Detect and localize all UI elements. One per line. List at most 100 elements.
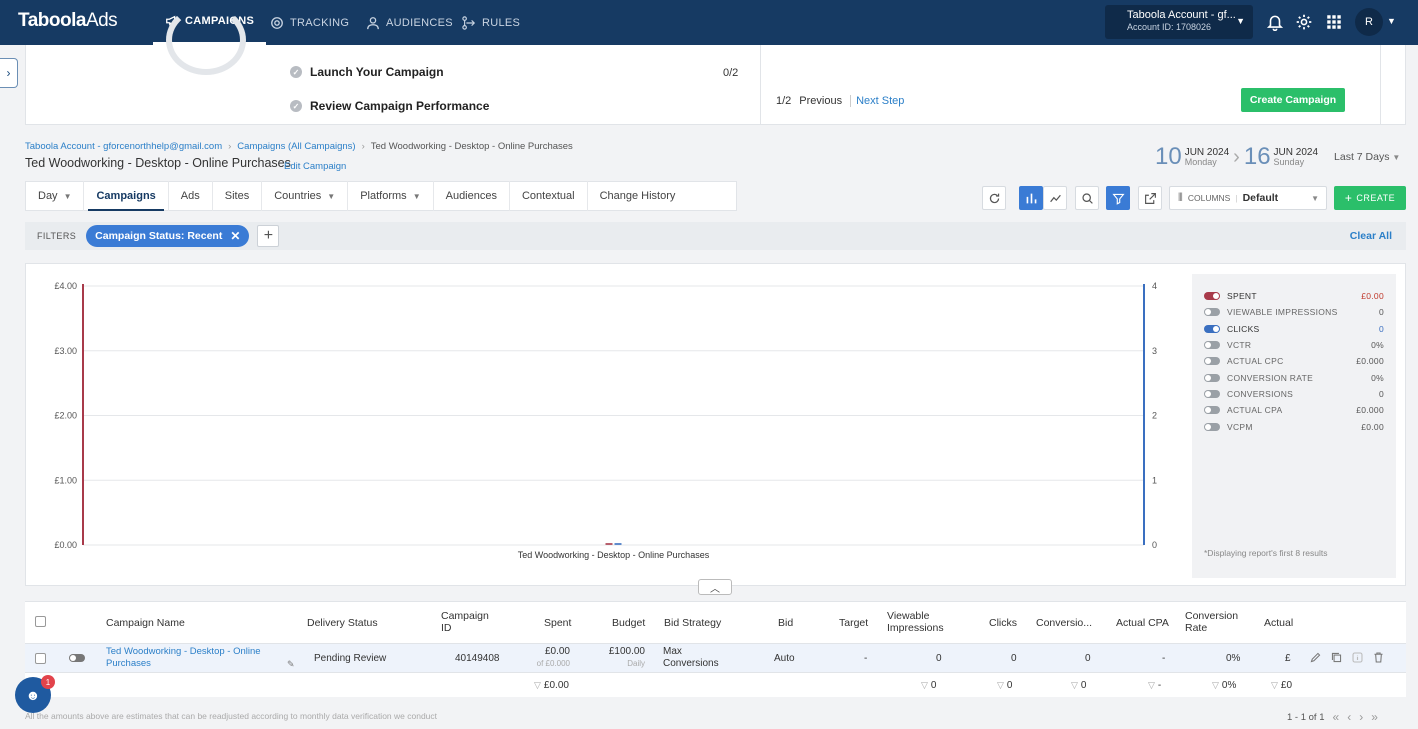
nav-audiences[interactable]: AUDIENCES — [366, 0, 453, 45]
export-button[interactable] — [1138, 186, 1162, 210]
header-clicks[interactable]: Clicks — [989, 617, 1017, 629]
create-button[interactable]: + CREATE — [1334, 186, 1406, 210]
nav-tracking[interactable]: TRACKING — [270, 0, 349, 45]
columns-select[interactable]: ⦀ COLUMNS | Default ▼ — [1169, 186, 1327, 210]
legend-item-vctr[interactable]: VCTR 0% — [1204, 337, 1384, 353]
date-preset[interactable]: Last 7 Days ▼ — [1334, 151, 1400, 163]
chat-assistant-button[interactable]: ☻ 1 — [15, 675, 55, 713]
header-campaign-id[interactable]: Campaign ID — [441, 610, 493, 634]
close-icon[interactable]: ✕ — [230, 229, 240, 243]
chevron-down-icon[interactable]: ▼ — [1387, 16, 1396, 26]
header-target[interactable]: Target — [839, 617, 868, 629]
last-page-icon[interactable]: » — [1371, 710, 1378, 724]
user-avatar[interactable]: R — [1355, 8, 1383, 36]
header-actual[interactable]: Actual — [1264, 617, 1293, 629]
info-icon[interactable] — [1351, 651, 1364, 664]
legend-toggle[interactable] — [1204, 422, 1220, 431]
header-campaign-name[interactable]: Campaign Name — [106, 617, 185, 629]
clear-all-link[interactable]: Clear All — [1350, 230, 1392, 242]
tab-ads[interactable]: Ads — [169, 181, 213, 211]
select-all-checkbox[interactable] — [35, 616, 46, 627]
first-page-icon[interactable]: « — [1333, 710, 1340, 724]
setup-step-review[interactable]: ✓ Review Campaign Performance — [290, 99, 489, 113]
tab-day[interactable]: Day ▼ — [26, 181, 85, 211]
filter-icon[interactable]: ▽ — [1212, 680, 1219, 690]
date-range-picker[interactable]: 10 JUN 2024 Monday › 16 JUN 2024 Sunday La… — [1155, 143, 1400, 171]
filter-icon[interactable]: ▽ — [997, 680, 1004, 690]
legend-item-actual-cpc[interactable]: ACTUAL CPC £0.000 — [1204, 353, 1384, 369]
breadcrumb-campaigns[interactable]: Campaigns (All Campaigns) — [237, 141, 355, 152]
tab-sites[interactable]: Sites — [213, 181, 263, 211]
conv-rate-cell: 0% — [1226, 653, 1241, 664]
legend-item-actual-cpa[interactable]: ACTUAL CPA £0.000 — [1204, 402, 1384, 418]
tab-contextual[interactable]: Contextual — [510, 181, 588, 211]
filter-icon[interactable]: ▽ — [1148, 680, 1155, 690]
legend-toggle[interactable] — [1204, 308, 1220, 317]
next-page-icon[interactable]: › — [1359, 710, 1363, 724]
legend-item-conversion-rate[interactable]: CONVERSION RATE 0% — [1204, 369, 1384, 385]
gear-icon[interactable] — [1295, 13, 1313, 31]
header-bid[interactable]: Bid — [778, 617, 793, 629]
legend-toggle[interactable] — [1204, 389, 1220, 398]
tab-platforms[interactable]: Platforms ▼ — [348, 181, 434, 211]
legend-item-viewable-impressions[interactable]: VIEWABLE IMPRESSIONS 0 — [1204, 304, 1384, 320]
create-campaign-button[interactable]: Create Campaign — [1241, 88, 1345, 112]
header-conversions[interactable]: Conversio... — [1036, 617, 1092, 629]
legend-item-clicks[interactable]: CLICKS 0 — [1204, 321, 1384, 337]
next-step-link[interactable]: Next Step — [850, 95, 904, 107]
apps-grid-icon[interactable] — [1325, 13, 1343, 31]
pencil-icon[interactable]: ✎ — [287, 658, 295, 670]
collapse-chart-button[interactable]: ︿ — [698, 579, 732, 595]
header-bid-strategy[interactable]: Bid Strategy — [664, 617, 721, 629]
header-conversion-rate[interactable]: Conversion Rate — [1185, 610, 1245, 634]
header-budget[interactable]: Budget — [612, 617, 645, 629]
campaign-name-link[interactable]: Ted Woodworking - Desktop - Online Purch… — [106, 646, 276, 670]
table-row[interactable]: Ted Woodworking - Desktop - Online Purch… — [25, 643, 1406, 673]
breadcrumb-account[interactable]: Taboola Account - gforcenorthhelp@gmail.… — [25, 141, 222, 152]
edit-campaign-link[interactable]: Edit Campaign — [284, 161, 346, 172]
line-chart-view-button[interactable] — [1043, 186, 1067, 210]
legend-toggle[interactable] — [1204, 357, 1220, 366]
setup-step-launch[interactable]: ✓ Launch Your Campaign — [290, 65, 444, 79]
refresh-button[interactable] — [982, 186, 1006, 210]
filter-icon[interactable]: ▽ — [534, 680, 541, 690]
legend-toggle[interactable] — [1204, 292, 1220, 301]
taboola-ads-logo[interactable]: TaboolaAds — [18, 10, 118, 32]
filter-icon[interactable]: ▽ — [1271, 680, 1278, 690]
header-actual-cpa[interactable]: Actual CPA — [1116, 617, 1169, 629]
previous-link[interactable]: Previous — [799, 95, 842, 107]
search-button[interactable] — [1075, 186, 1099, 210]
tab-campaigns[interactable]: Campaigns — [84, 181, 169, 211]
legend-item-vcpm[interactable]: VCPM £0.00 — [1204, 418, 1384, 434]
legend-toggle[interactable] — [1204, 406, 1220, 415]
legend-item-spent[interactable]: SPENT £0.00 — [1204, 288, 1384, 304]
campaign-status-toggle[interactable] — [69, 654, 85, 662]
header-delivery-status[interactable]: Delivery Status — [307, 617, 378, 629]
nav-rules[interactable]: RULES — [462, 0, 520, 45]
trash-icon[interactable] — [1372, 651, 1385, 664]
tab-change-history[interactable]: Change History — [588, 181, 688, 211]
y-right-tick-label: 4 — [1152, 281, 1157, 291]
bell-icon[interactable] — [1266, 13, 1284, 31]
header-viewable-impressions[interactable]: Viewable Impressions — [887, 610, 957, 634]
pencil-icon[interactable] — [1309, 651, 1322, 664]
legend-toggle[interactable] — [1204, 341, 1220, 350]
legend-item-conversions[interactable]: CONVERSIONS 0 — [1204, 386, 1384, 402]
tab-audiences[interactable]: Audiences — [434, 181, 510, 211]
tab-countries[interactable]: Countries ▼ — [262, 181, 349, 211]
header-spent[interactable]: Spent — [544, 617, 571, 629]
filter-button[interactable] — [1106, 186, 1130, 210]
prev-page-icon[interactable]: ‹ — [1347, 710, 1351, 724]
filter-icon[interactable]: ▽ — [921, 680, 928, 690]
duplicate-icon[interactable] — [1330, 651, 1343, 664]
filter-icon[interactable]: ▽ — [1071, 680, 1078, 690]
sidebar-expand-button[interactable]: › — [0, 58, 18, 88]
legend-toggle[interactable] — [1204, 324, 1220, 333]
budget-cell[interactable]: £100.00 Daily — [600, 646, 645, 670]
add-filter-button[interactable]: + — [257, 225, 280, 247]
filter-chip-campaign-status[interactable]: Campaign Status: Recent ✕ — [86, 225, 250, 247]
account-selector[interactable]: Taboola Account - gf... Account ID: 1708… — [1105, 5, 1253, 39]
legend-toggle[interactable] — [1204, 373, 1220, 382]
row-checkbox[interactable] — [35, 653, 46, 664]
bar-chart-view-button[interactable] — [1019, 186, 1043, 210]
